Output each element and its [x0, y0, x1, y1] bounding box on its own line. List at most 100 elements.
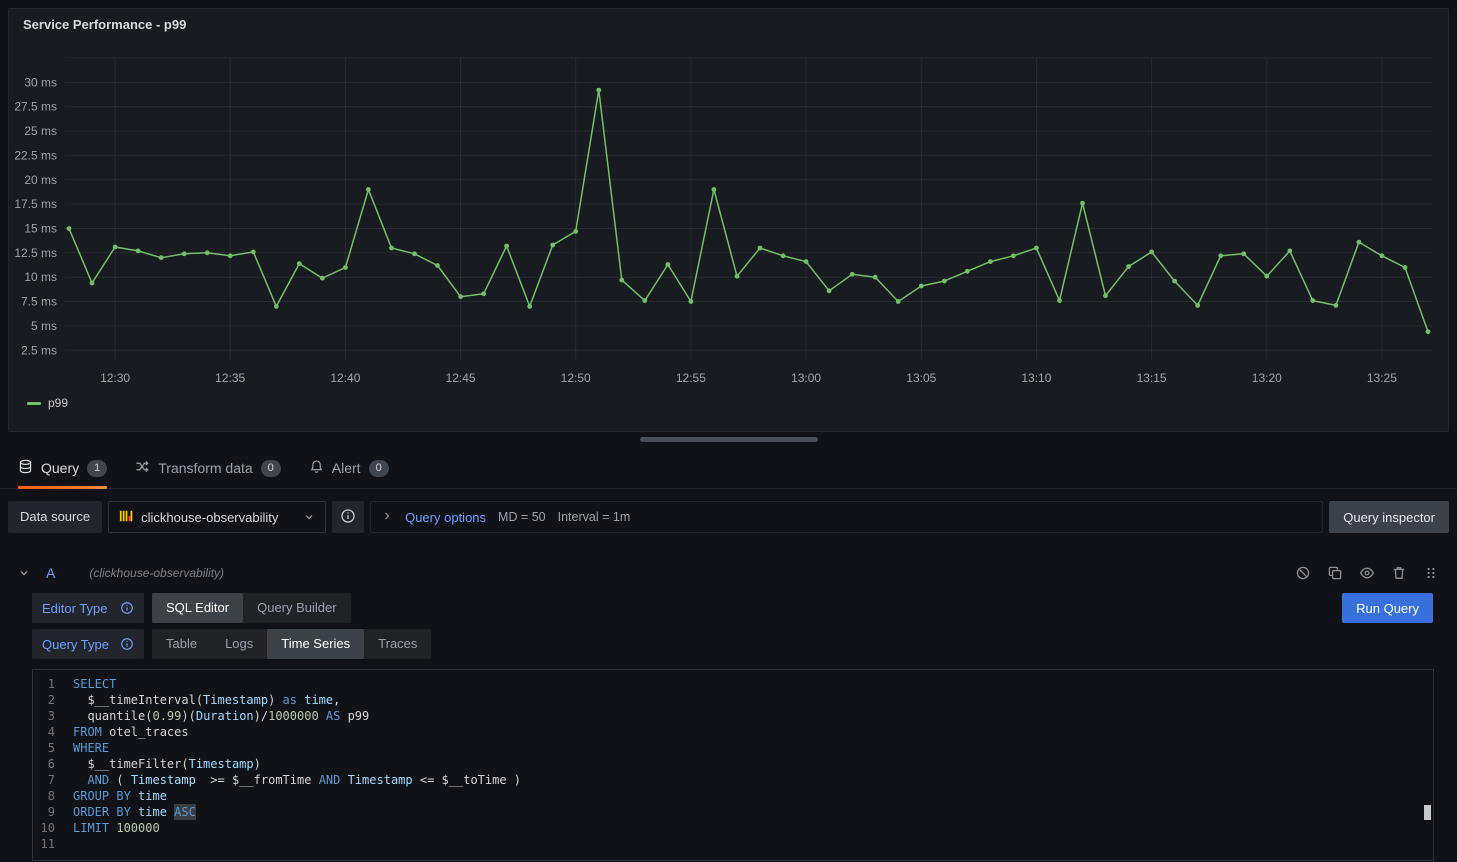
- info-circle-icon[interactable]: [120, 601, 134, 615]
- clickhouse-logo-icon: [119, 509, 133, 526]
- duplicate-query-icon[interactable]: [1327, 565, 1343, 581]
- svg-text:2.5 ms: 2.5 ms: [21, 343, 57, 357]
- query-datasource-hint: (clickhouse-observability): [89, 566, 224, 580]
- line-number: 10: [33, 820, 73, 836]
- tab-alert[interactable]: Alert 0: [309, 448, 389, 488]
- code-line[interactable]: 1SELECT: [33, 676, 1433, 692]
- sql-code-editor[interactable]: 1SELECT2 $__timeInterval(Timestamp) as t…: [32, 669, 1434, 861]
- svg-text:12:40: 12:40: [330, 371, 360, 385]
- code-line[interactable]: 6 $__timeFilter(Timestamp): [33, 756, 1433, 772]
- svg-text:12:30: 12:30: [100, 371, 130, 385]
- legend-label-p99[interactable]: p99: [48, 396, 68, 410]
- chart-legend[interactable]: p99: [9, 392, 1448, 410]
- svg-text:12:50: 12:50: [561, 371, 591, 385]
- disable-query-icon[interactable]: [1295, 565, 1311, 581]
- drag-handle-icon[interactable]: [1423, 565, 1439, 581]
- panel-title: Service Performance - p99: [9, 9, 1448, 34]
- query-type-option-traces[interactable]: Traces: [364, 629, 431, 659]
- interval-value: Interval = 1m: [558, 510, 631, 524]
- editor-tab-bar: Query 1 Transform data 0 Alert 0: [0, 448, 1457, 489]
- code-line[interactable]: 5WHERE: [33, 740, 1433, 756]
- line-number: 4: [33, 724, 73, 740]
- tab-alert-label: Alert: [332, 460, 361, 476]
- datasource-picker-value: clickhouse-observability: [141, 510, 278, 525]
- svg-text:13:25: 13:25: [1367, 371, 1397, 385]
- svg-text:30 ms: 30 ms: [24, 75, 57, 89]
- query-options-link[interactable]: Query options: [405, 510, 486, 525]
- datasource-label: Data source: [8, 501, 102, 533]
- code-line[interactable]: 10LIMIT 100000: [33, 820, 1433, 836]
- query-editor-card: A (clickhouse-observability) Editor Type…: [8, 559, 1449, 861]
- p99-line-chart[interactable]: 2.5 ms5 ms7.5 ms10 ms12.5 ms15 ms17.5 ms…: [9, 34, 1448, 392]
- editor-overview-ruler-marker: [1424, 805, 1431, 820]
- query-row-actions: [1295, 565, 1439, 581]
- tab-transform-label: Transform data: [158, 460, 252, 476]
- code-line[interactable]: 7 AND ( Timestamp >= $__fromTime AND Tim…: [33, 772, 1433, 788]
- svg-text:12.5 ms: 12.5 ms: [14, 246, 57, 260]
- svg-text:13:05: 13:05: [906, 371, 936, 385]
- svg-text:17.5 ms: 17.5 ms: [14, 197, 57, 211]
- line-number: 1: [33, 676, 73, 692]
- line-number: 11: [33, 836, 73, 852]
- query-type-option-logs[interactable]: Logs: [211, 629, 267, 659]
- query-type-radio-group: Table Logs Time Series Traces: [152, 629, 431, 659]
- svg-text:12:45: 12:45: [446, 371, 476, 385]
- bell-icon: [309, 459, 324, 477]
- sql-code-lines[interactable]: 1SELECT2 $__timeInterval(Timestamp) as t…: [33, 676, 1433, 852]
- line-number: 6: [33, 756, 73, 772]
- code-line[interactable]: 3 quantile(0.99)(Duration)/1000000 AS p9…: [33, 708, 1433, 724]
- tab-query-count-badge: 1: [87, 460, 107, 477]
- line-number: 8: [33, 788, 73, 804]
- remove-query-icon[interactable]: [1391, 565, 1407, 581]
- code-line[interactable]: 8GROUP BY time: [33, 788, 1433, 804]
- collapse-query-icon[interactable]: [18, 567, 30, 579]
- code-line[interactable]: 9ORDER BY time ASC: [33, 804, 1433, 820]
- line-number: 5: [33, 740, 73, 756]
- query-type-option-time-series[interactable]: Time Series: [267, 629, 364, 659]
- svg-text:13:10: 13:10: [1021, 371, 1051, 385]
- transform-icon: [135, 459, 150, 477]
- query-row-header: A (clickhouse-observability): [8, 559, 1449, 587]
- query-inspector-button[interactable]: Query inspector: [1329, 501, 1449, 533]
- datasource-row: Data source clickhouse-observability Que…: [8, 501, 1449, 533]
- run-query-button[interactable]: Run Query: [1342, 593, 1433, 623]
- query-options-bar[interactable]: Query options MD = 50 Interval = 1m: [370, 501, 1323, 533]
- legend-swatch-p99: [27, 402, 41, 405]
- svg-text:7.5 ms: 7.5 ms: [21, 295, 57, 309]
- svg-text:27.5 ms: 27.5 ms: [14, 100, 57, 114]
- svg-text:20 ms: 20 ms: [24, 173, 57, 187]
- svg-text:13:15: 13:15: [1137, 371, 1167, 385]
- horizontal-scrollbar[interactable]: [640, 437, 818, 442]
- chevron-down-icon: [303, 511, 315, 523]
- tab-query-label: Query: [41, 460, 79, 476]
- line-number: 7: [33, 772, 73, 788]
- line-number: 2: [33, 692, 73, 708]
- info-circle-icon: [340, 508, 356, 527]
- datasource-picker[interactable]: clickhouse-observability: [108, 501, 326, 533]
- tab-query[interactable]: Query 1: [18, 448, 107, 488]
- query-type-row: Query Type Table Logs Time Series Traces: [32, 629, 1449, 659]
- info-circle-icon[interactable]: [120, 637, 134, 651]
- hide-response-icon[interactable]: [1359, 565, 1375, 581]
- editor-type-label: Editor Type: [32, 593, 144, 623]
- svg-text:22.5 ms: 22.5 ms: [14, 148, 57, 162]
- editor-type-option-query-builder[interactable]: Query Builder: [243, 593, 350, 623]
- editor-type-radio-group: SQL Editor Query Builder: [152, 593, 351, 623]
- code-line[interactable]: 4FROM otel_traces: [33, 724, 1433, 740]
- timeseries-panel: Service Performance - p99 2.5 ms5 ms7.5 …: [8, 8, 1449, 432]
- line-number: 3: [33, 708, 73, 724]
- svg-text:25 ms: 25 ms: [24, 124, 57, 138]
- editor-type-option-sql-editor[interactable]: SQL Editor: [152, 593, 243, 623]
- tab-transform-data[interactable]: Transform data 0: [135, 448, 281, 488]
- query-ref-id[interactable]: A: [46, 565, 55, 581]
- svg-text:10 ms: 10 ms: [24, 270, 57, 284]
- code-line[interactable]: 2 $__timeInterval(Timestamp) as time,: [33, 692, 1433, 708]
- code-line[interactable]: 11: [33, 836, 1433, 852]
- max-data-points-value: MD = 50: [498, 510, 546, 524]
- chevron-right-icon: [381, 510, 393, 525]
- datasource-help-button[interactable]: [332, 501, 364, 533]
- query-type-option-table[interactable]: Table: [152, 629, 211, 659]
- svg-text:12:35: 12:35: [215, 371, 245, 385]
- query-type-label: Query Type: [32, 629, 144, 659]
- svg-text:13:00: 13:00: [791, 371, 821, 385]
